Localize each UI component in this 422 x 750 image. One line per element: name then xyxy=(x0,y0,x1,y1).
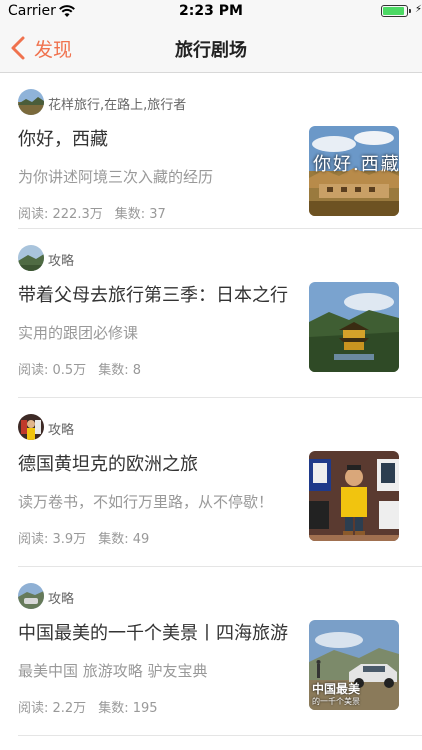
battery-fill xyxy=(383,7,404,15)
list-item[interactable]: 攻略 中国最美的一千个美景丨四海旅游 最美中国 旅游攻略 驴友宝典 阅读: 2.… xyxy=(0,567,422,736)
tibet-landscape-thumbnail: 你好.西藏 xyxy=(309,126,399,216)
charging-icon: ⚡ xyxy=(414,4,422,15)
thumb-caption: 中国最美 xyxy=(312,682,361,696)
battery-icon xyxy=(381,5,411,17)
navigation-bar: 发现 旅行剧场 xyxy=(0,22,422,73)
avatar xyxy=(18,245,44,271)
clock: 2:23 PM xyxy=(179,3,243,19)
author-label: 花样旅行,在路上,旅行者 xyxy=(48,98,187,113)
author-label: 攻略 xyxy=(48,254,75,269)
read-count: 阅读: 3.9万 xyxy=(18,532,87,547)
theater-list: 花样旅行,在路上,旅行者 你好，西藏 为你讲述阿境三次入藏的经历 阅读: 222… xyxy=(0,73,422,736)
item-description: 最美中国 旅游攻略 驴友宝典 xyxy=(18,662,208,680)
item-description: 读万卷书，不如行万里路，从不停歇！ xyxy=(18,493,274,511)
status-bar: Carrier 2:23 PM ⚡ xyxy=(0,0,422,22)
avatar xyxy=(18,89,44,115)
author-label: 攻略 xyxy=(48,592,75,607)
item-title: 中国最美的一千个美景丨四海旅游 xyxy=(18,623,288,644)
item-title: 德国黄坦克的欧洲之旅 xyxy=(18,454,198,475)
item-description: 为你讲述阿境三次入藏的经历 xyxy=(18,168,214,186)
item-stats: 阅读: 2.2万 集数: 195 xyxy=(18,697,158,716)
football-jerseys-thumbnail xyxy=(309,451,399,541)
list-item[interactable]: 花样旅行,在路上,旅行者 你好，西藏 为你讲述阿境三次入藏的经历 阅读: 222… xyxy=(0,73,422,229)
episode-count: 集数: 195 xyxy=(98,701,158,716)
read-count: 阅读: 222.3万 xyxy=(18,207,103,222)
avatar xyxy=(18,414,44,440)
list-item[interactable]: 攻略 德国黄坦克的欧洲之旅 读万卷书，不如行万里路，从不停歇！ 阅读: 3.9万… xyxy=(0,398,422,567)
read-count: 阅读: 0.5万 xyxy=(18,363,87,378)
item-title: 带着父母去旅行第三季：日本之行 xyxy=(18,285,288,306)
item-title: 你好，西藏 xyxy=(18,129,108,150)
avatar xyxy=(18,583,44,609)
car-landscape-thumbnail: 中国最美 的一千个美景 xyxy=(309,620,399,710)
golden-pavilion-thumbnail xyxy=(309,282,399,372)
thumb-caption: 你好.西藏 xyxy=(313,154,399,175)
episode-count: 集数: 49 xyxy=(98,532,150,547)
page-title: 旅行剧场 xyxy=(175,40,247,61)
item-stats: 阅读: 0.5万 集数: 8 xyxy=(18,359,141,378)
thumb-caption-small: 的一千个美景 xyxy=(312,697,360,706)
item-stats: 阅读: 222.3万 集数: 37 xyxy=(18,203,166,222)
list-item[interactable]: 攻略 带着父母去旅行第三季：日本之行 实用的跟团必修课 阅读: 0.5万 集数: … xyxy=(0,229,422,398)
item-description: 实用的跟团必修课 xyxy=(18,324,139,342)
episode-count: 集数: 37 xyxy=(114,207,166,222)
item-stats: 阅读: 3.9万 集数: 49 xyxy=(18,528,149,547)
read-count: 阅读: 2.2万 xyxy=(18,701,87,716)
episode-count: 集数: 8 xyxy=(98,363,141,378)
author-label: 攻略 xyxy=(48,423,75,438)
